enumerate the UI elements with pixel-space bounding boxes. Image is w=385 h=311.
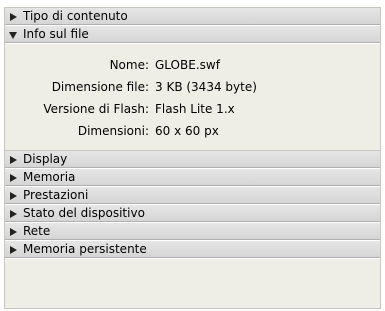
section-header-label: Memoria persistente — [23, 242, 147, 256]
section-header-label: Info sul file — [23, 27, 89, 41]
section-header-label: Rete — [23, 224, 51, 238]
file-info-row-size: Dimensione file: 3 KB (3434 byte) — [5, 76, 380, 98]
section-header-label: Prestazioni — [23, 188, 89, 202]
section-header-rete[interactable]: Rete — [5, 223, 380, 241]
field-value: 60 x 60 px — [155, 124, 219, 138]
file-info-row-flash-version: Versione di Flash: Flash Lite 1.x — [5, 98, 380, 120]
section-header-label: Stato del dispositivo — [23, 206, 145, 220]
section-header-memoria[interactable]: Memoria — [5, 169, 380, 187]
section-header-label: Display — [23, 152, 68, 166]
expand-arrow-icon — [9, 12, 17, 21]
section-header-prestazioni[interactable]: Prestazioni — [5, 187, 380, 205]
expand-arrow-icon — [9, 209, 17, 218]
file-info-content: Nome: GLOBE.swf Dimensione file: 3 KB (3… — [5, 44, 380, 151]
section-header-memoria-persistente[interactable]: Memoria persistente — [5, 241, 380, 259]
file-info-row-name: Nome: GLOBE.swf — [5, 54, 380, 76]
field-label: Dimensione file: — [51, 80, 149, 94]
file-info-row-dimensions: Dimensioni: 60 x 60 px — [5, 120, 380, 142]
expand-arrow-icon — [9, 245, 17, 254]
expand-arrow-icon — [9, 155, 17, 164]
expand-arrow-icon — [9, 227, 17, 236]
field-label: Versione di Flash: — [43, 102, 149, 116]
device-info-panel: Tipo di contenuto Info sul file Nome: GL… — [4, 7, 381, 309]
section-header-label: Tipo di contenuto — [23, 9, 128, 23]
field-value: GLOBE.swf — [155, 58, 220, 72]
field-label: Dimensioni: — [77, 124, 149, 138]
collapse-arrow-icon — [9, 31, 17, 39]
expand-arrow-icon — [9, 191, 17, 200]
field-value: 3 KB (3434 byte) — [155, 80, 257, 94]
section-header-stato-del-dispositivo[interactable]: Stato del dispositivo — [5, 205, 380, 223]
section-header-info-sul-file[interactable]: Info sul file — [5, 26, 380, 44]
section-header-tipo-di-contenuto[interactable]: Tipo di contenuto — [5, 8, 380, 26]
section-header-display[interactable]: Display — [5, 151, 380, 169]
field-label: Nome: — [109, 58, 149, 72]
field-value: Flash Lite 1.x — [155, 102, 235, 116]
section-header-label: Memoria — [23, 170, 76, 184]
expand-arrow-icon — [9, 173, 17, 182]
